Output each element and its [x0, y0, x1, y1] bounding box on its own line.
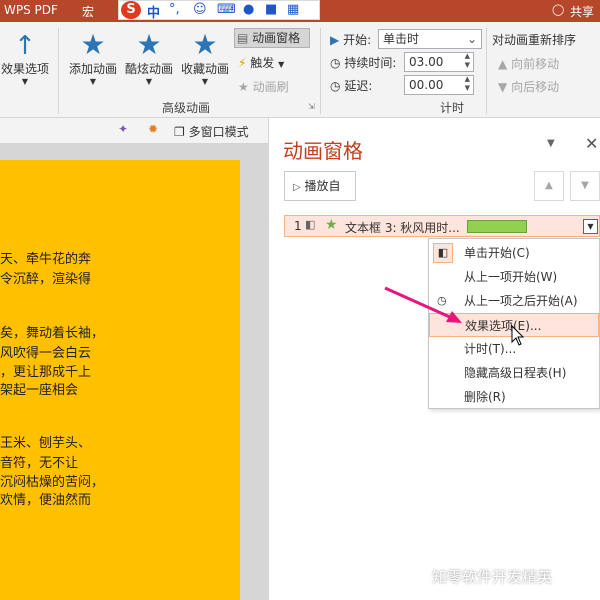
pointer-arrow-line: [384, 286, 453, 320]
annotation-overlay: [384, 286, 525, 346]
watermark: 知零软件开发精英: [432, 568, 553, 586]
mouse-cursor-icon: [511, 324, 525, 346]
